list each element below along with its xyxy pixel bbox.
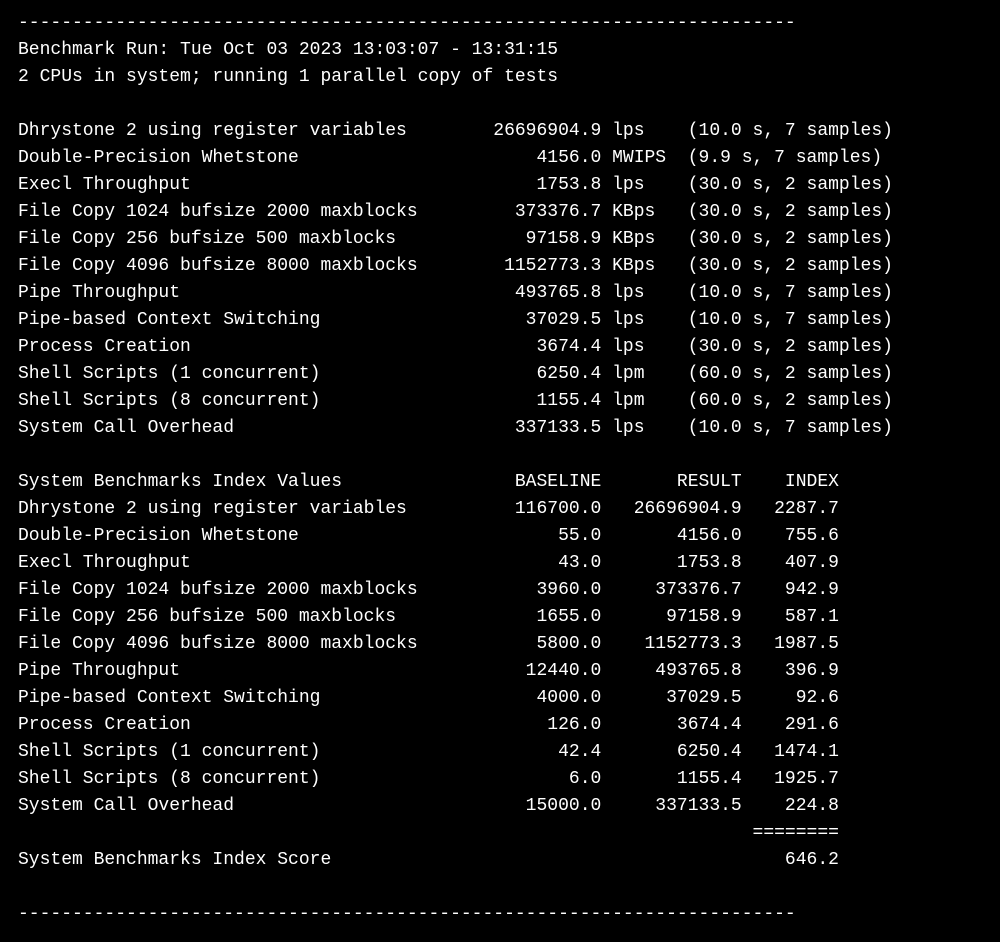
terminal-output: ----------------------------------------… [0, 0, 1000, 938]
